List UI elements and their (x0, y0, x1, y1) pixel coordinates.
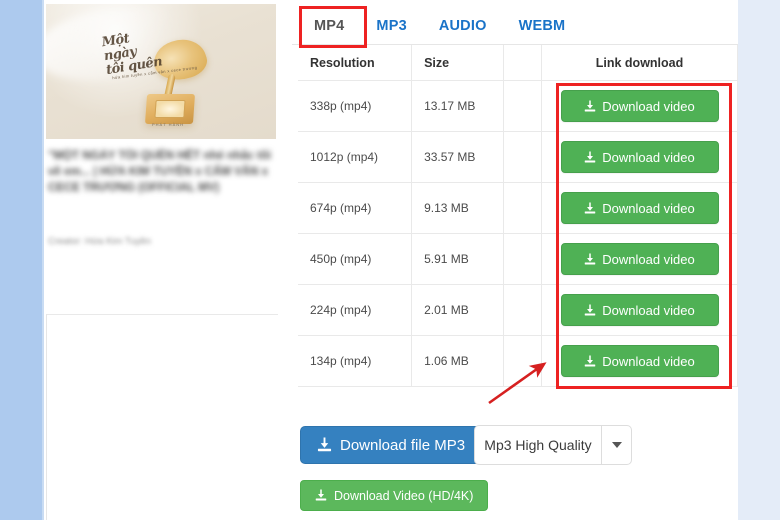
download-icon (317, 437, 332, 452)
video-info-panel: Một ngày tôi quên hứa kim tuyền x cẩm vâ… (46, 0, 290, 520)
column-header-link-download: Link download (541, 45, 738, 81)
cell-download: Download video (541, 335, 738, 387)
download-file-mp3-button[interactable]: Download file MP3 (300, 426, 483, 464)
download-video-button[interactable]: Download video (560, 243, 719, 275)
download-video-button[interactable]: Download video (560, 294, 719, 326)
download-video-label: Download video (602, 302, 695, 318)
cell-download: Download video (541, 233, 738, 285)
download-panel: MP4 MP3 AUDIO WEBM Resolution Size Link … (292, 0, 738, 520)
video-thumbnail: Một ngày tôi quên hứa kim tuyền x cẩm vâ… (46, 4, 276, 139)
cell-resolution: 1012p (mp4) (298, 131, 413, 183)
chevron-down-icon (611, 442, 622, 448)
cell-spacer (503, 80, 543, 132)
table-row: 674p (mp4) 9.13 MB Download video (298, 182, 738, 234)
table-row: 224p (mp4) 2.01 MB Download video (298, 284, 738, 336)
video-title: "MỘT NGÀY TÔI QUÊN HẾT nhé nhắc tôi về e… (48, 150, 272, 194)
table-row: 1012p (mp4) 33.57 MB Download video (298, 131, 738, 183)
cell-spacer (503, 182, 543, 234)
download-video-button[interactable]: Download video (560, 345, 719, 377)
browser-left-gutter (0, 0, 42, 520)
download-video-label: Download video (602, 149, 695, 165)
cell-size: 1.06 MB (411, 335, 504, 387)
download-video-label: Download video (602, 98, 695, 114)
cell-size: 2.01 MB (411, 284, 504, 336)
panel-divider-vertical (46, 314, 47, 520)
cell-resolution: 674p (mp4) (298, 182, 413, 234)
download-video-hd-label: Download Video (HD/4K) (334, 488, 474, 503)
table-row: 134p (mp4) 1.06 MB Download video (298, 335, 738, 387)
cell-resolution: 338p (mp4) (298, 80, 413, 132)
cell-download: Download video (541, 80, 738, 132)
cell-spacer (503, 233, 543, 285)
thumbnail-bottom-tag: PHÁT HÀNH (151, 122, 185, 127)
download-video-button[interactable]: Download video (560, 90, 719, 122)
column-header-spacer (503, 45, 543, 81)
download-icon (315, 489, 327, 501)
column-header-resolution: Resolution (298, 45, 413, 81)
cell-size: 33.57 MB (411, 131, 504, 183)
download-icon (584, 202, 596, 213)
cell-spacer (503, 131, 543, 183)
download-video-label: Download video (602, 251, 695, 267)
downloads-table: Resolution Size Link download 338p (mp4)… (298, 45, 738, 387)
format-tabs: MP4 MP3 AUDIO WEBM (298, 8, 581, 44)
cell-resolution: 224p (mp4) (298, 284, 413, 336)
mp3-quality-select[interactable]: Mp3 High Quality (474, 425, 632, 465)
tab-mp3[interactable]: MP3 (360, 8, 422, 44)
mp3-quality-value[interactable]: Mp3 High Quality (474, 425, 601, 465)
table-row: 450p (mp4) 5.91 MB Download video (298, 233, 738, 285)
browser-right-gutter (738, 0, 780, 520)
cell-spacer (503, 335, 543, 387)
left-gutter-edge (42, 0, 44, 520)
download-icon (584, 151, 596, 162)
cell-download: Download video (541, 131, 738, 183)
download-file-mp3-label: Download file MP3 (340, 436, 466, 454)
column-header-size: Size (411, 45, 504, 81)
cell-resolution: 450p (mp4) (298, 233, 413, 285)
download-video-hd-button[interactable]: Download Video (HD/4K) (300, 480, 489, 511)
table-row: 338p (mp4) 13.17 MB Download video (298, 80, 738, 132)
download-icon (584, 304, 596, 315)
cell-spacer (503, 284, 543, 336)
download-icon (584, 253, 596, 264)
download-video-label: Download video (602, 200, 695, 216)
tab-webm[interactable]: WEBM (503, 8, 582, 44)
cell-size: 5.91 MB (411, 233, 504, 285)
download-video-button[interactable]: Download video (560, 141, 719, 173)
page-root: Một ngày tôi quên hứa kim tuyền x cẩm vâ… (0, 0, 780, 520)
gramophone-base-icon (144, 94, 196, 124)
cell-download: Download video (541, 284, 738, 336)
cell-download: Download video (541, 182, 738, 234)
tab-mp4[interactable]: MP4 (298, 8, 360, 44)
download-video-label: Download video (602, 353, 695, 369)
download-video-button[interactable]: Download video (560, 192, 719, 224)
tab-audio[interactable]: AUDIO (423, 8, 503, 44)
download-icon (584, 100, 596, 111)
panel-divider-horizontal (46, 314, 278, 315)
cell-size: 9.13 MB (411, 182, 504, 234)
video-creator: Creator: Hứa Kim Tuyền (48, 236, 151, 247)
cell-size: 13.17 MB (411, 80, 504, 132)
cell-resolution: 134p (mp4) (298, 335, 413, 387)
download-icon (584, 355, 596, 366)
table-header-row: Resolution Size Link download (298, 45, 738, 81)
mp3-quality-dropdown-toggle[interactable] (601, 425, 632, 465)
